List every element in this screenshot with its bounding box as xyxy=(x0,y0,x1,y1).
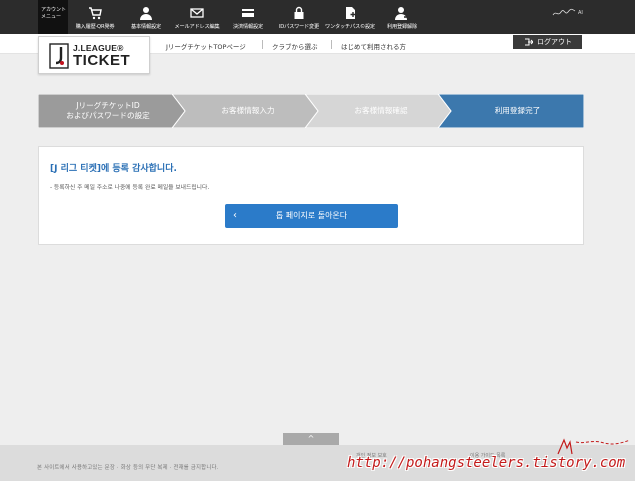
chevron-left-icon: ‹ xyxy=(233,210,237,221)
nav-label: IDパスワード変更 xyxy=(278,24,320,30)
completion-panel: [J 리그 티켓]에 등록 감사합니다. - 등록하신 주 메일 주소로 나중에… xyxy=(38,146,584,245)
nav-label: メールアドレス編集 xyxy=(174,24,220,30)
completion-title: [J 리그 티켓]에 등록 감사합니다. xyxy=(50,164,177,174)
nav-unregister[interactable]: 利用登録解除 xyxy=(375,0,429,34)
chevron-up-icon: ^ xyxy=(307,434,315,443)
divider xyxy=(331,40,332,49)
back-button-label: 톱 페이지로 돌아온다 xyxy=(275,211,348,220)
document-plus-icon xyxy=(346,7,356,19)
nav-label: 基本情報設定 xyxy=(131,24,161,30)
lock-icon xyxy=(294,6,304,19)
nav-onetouch-settings[interactable]: ワンタッチパス©設定 xyxy=(323,0,377,34)
logout-label: ログアウト xyxy=(537,38,572,46)
watermark-url: http://pohangsteelers.tistory.com xyxy=(347,455,626,471)
nav-label: ワンタッチパス©設定 xyxy=(325,24,375,30)
jleague-ticket-logo[interactable]: J.LEAGUE® TICKET xyxy=(38,36,150,74)
jleague-emblem-icon xyxy=(49,43,69,69)
step-2-customer-input: お客様情報入力 xyxy=(185,94,311,128)
logo-text-ticket: TICKET xyxy=(73,52,131,69)
user-remove-icon xyxy=(395,7,409,20)
cart-icon xyxy=(89,7,102,20)
step-1-id-password: JリーグチケットID およびパスワードの設定 xyxy=(38,94,178,128)
nav-password-change[interactable]: IDパスワード変更 xyxy=(272,0,326,34)
nav-label: 利用登録解除 xyxy=(387,24,417,30)
step-label: お客様情報入力 xyxy=(221,106,275,115)
link-top-page[interactable]: JリーグチケットTOPページ xyxy=(166,41,246,51)
nav-label: 決済情報設定 xyxy=(233,24,263,30)
back-to-top-button[interactable]: ‹ 톱 페이지로 돌아온다 xyxy=(225,204,398,228)
nav-basic-info[interactable]: 基本情報設定 xyxy=(119,0,173,34)
card-icon xyxy=(242,9,254,17)
copyright-text: 본 사이트에서 사용하고있는 문장 · 화상 등의 무단 복제 · 전재를 금지… xyxy=(37,465,219,471)
account-menu-label[interactable]: アカウントメニュー xyxy=(38,0,68,34)
user-initials: AI xyxy=(578,10,583,16)
logout-arrow-icon xyxy=(525,38,533,46)
link-first-time[interactable]: はじめて利用される方 xyxy=(341,41,406,51)
account-menu-bar: アカウントメニュー 購入履歴·QR発券 基本情報設定 メールアドレス編集 決済情… xyxy=(0,0,635,34)
nav-payment-settings[interactable]: 決済情報設定 xyxy=(221,0,275,34)
step-3-customer-confirm: お客様情報確認 xyxy=(318,94,444,128)
nav-email-edit[interactable]: メールアドレス編集 xyxy=(170,0,224,34)
registration-steps: JリーグチケットID およびパスワードの設定 お客様情報入力 お客様情報確認 利… xyxy=(38,94,584,128)
divider xyxy=(262,40,263,49)
step-label: JリーグチケットID およびパスワードの設定 xyxy=(66,101,150,120)
signature-icon xyxy=(552,8,576,16)
step-label: お客様情報確認 xyxy=(354,106,408,115)
link-choose-club[interactable]: クラブから選ぶ xyxy=(272,41,318,51)
logout-button[interactable]: ログアウト xyxy=(513,35,582,49)
step-label: 利用登録完了 xyxy=(494,106,541,115)
nav-purchase-history[interactable]: 購入履歴·QR発券 xyxy=(68,0,122,34)
user-icon xyxy=(140,7,152,20)
completion-note: - 등록하신 주 메일 주소로 나중에 등록 완료 메일을 보내드립니다. xyxy=(50,185,210,191)
page-top-button[interactable]: ^ xyxy=(283,433,339,445)
nav-label: 購入履歴·QR発券 xyxy=(75,24,115,30)
user-area: AI xyxy=(552,8,592,18)
mail-icon xyxy=(190,8,204,18)
step-4-complete: 利用登録完了 xyxy=(451,94,584,128)
